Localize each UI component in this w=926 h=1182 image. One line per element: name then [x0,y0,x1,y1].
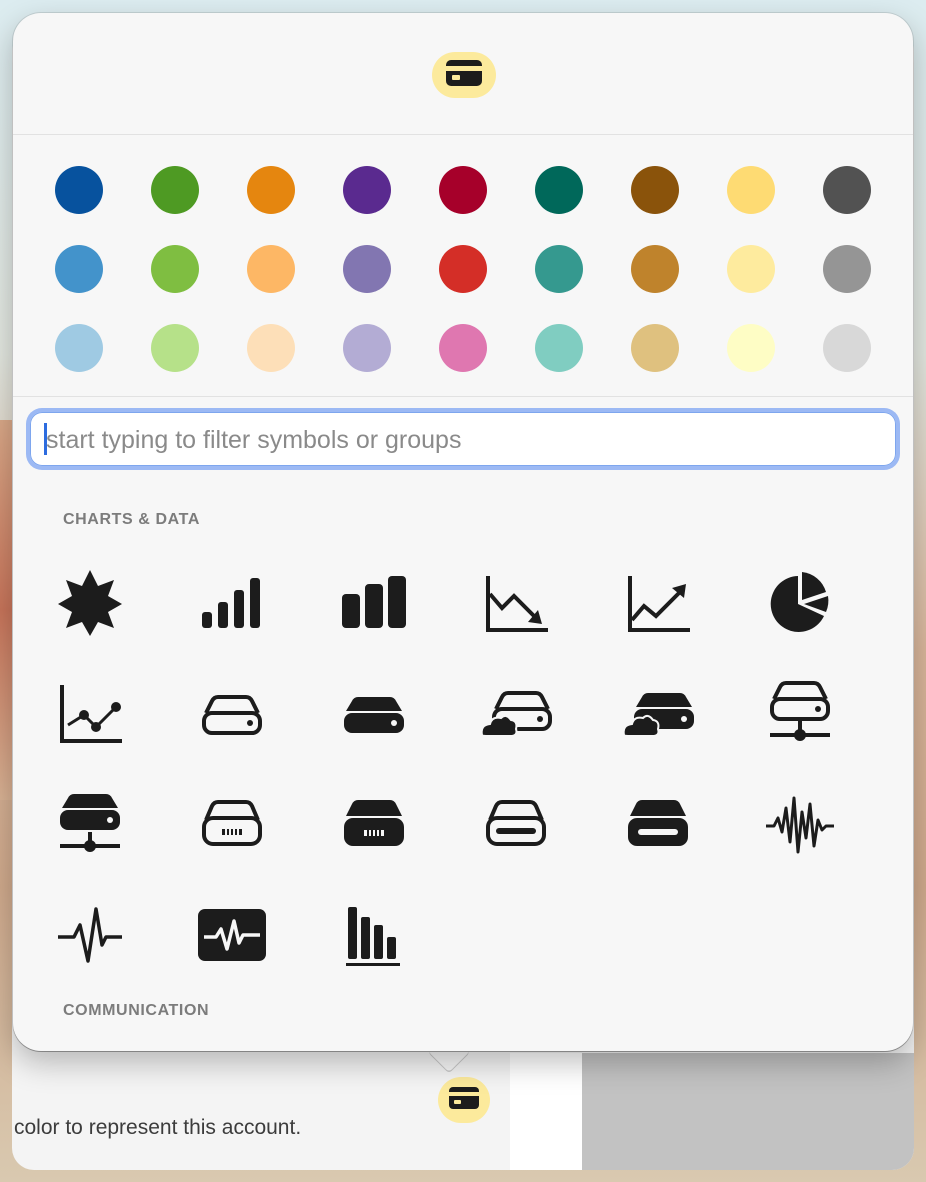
window-panel [510,1053,582,1170]
section-title-communication: COMMUNICATION [63,1002,210,1019]
chart-bar-xaxis-icon[interactable] [334,895,414,975]
color-swatch[interactable] [151,245,199,293]
symbol-picker-popover: CHARTS & DATA COMMUNICATION [13,13,913,1051]
cellularbars-icon[interactable] [192,562,272,642]
waveform-path-ecg-rectangle-fill-icon[interactable] [192,895,272,975]
divider [13,396,913,397]
externaldrive-fill-badge-icloud-icon[interactable] [618,673,698,753]
chart-line-uptrend-icon[interactable] [618,562,698,642]
color-swatch[interactable] [343,324,391,372]
color-swatch[interactable] [535,166,583,214]
color-swatch[interactable] [55,245,103,293]
color-swatch[interactable] [343,245,391,293]
color-swatch[interactable] [631,166,679,214]
symbol-search-field[interactable] [30,412,896,468]
window-panel-gray [582,1053,914,1170]
color-swatch[interactable] [55,324,103,372]
color-swatch[interactable] [343,166,391,214]
color-swatch[interactable] [439,324,487,372]
color-swatch[interactable] [247,324,295,372]
opticaldiscdrive-fill-icon[interactable] [334,784,414,864]
color-swatch[interactable] [55,166,103,214]
creditcard-icon [448,1086,480,1115]
color-swatch[interactable] [439,245,487,293]
chart-line-downtrend-icon[interactable] [476,562,556,642]
waveform-path-ecg-icon[interactable] [50,895,130,975]
color-swatch[interactable] [151,166,199,214]
color-swatch[interactable] [631,324,679,372]
color-swatch[interactable] [151,324,199,372]
externaldrive-icon[interactable] [476,784,556,864]
color-swatch-grid [55,166,873,372]
color-swatch[interactable] [727,245,775,293]
creditcard-icon [445,59,483,92]
seal-icon[interactable] [50,562,130,642]
color-swatch[interactable] [247,166,295,214]
account-description: color to represent this account. [14,1116,302,1139]
internaldrive-icon[interactable] [192,673,272,753]
color-swatch[interactable] [727,324,775,372]
color-swatch[interactable] [535,245,583,293]
externaldrive-fill-icon[interactable] [618,784,698,864]
waveform-path-icon[interactable] [760,784,840,864]
externaldrive-badge-icloud-icon[interactable] [476,673,556,753]
selected-symbol-preview[interactable] [432,52,496,98]
server-rack-network-fill-icon[interactable] [50,784,130,864]
color-swatch[interactable] [631,245,679,293]
chart-xyaxis-line-icon[interactable] [50,673,130,753]
color-swatch[interactable] [247,245,295,293]
color-swatch[interactable] [727,166,775,214]
account-icon-button[interactable] [438,1077,490,1123]
divider [13,134,913,135]
chart-pie-fill-icon[interactable] [760,562,840,642]
color-swatch[interactable] [439,166,487,214]
picker-header [13,13,913,134]
opticaldiscdrive-icon[interactable] [192,784,272,864]
color-swatch[interactable] [535,324,583,372]
internaldrive-fill-icon[interactable] [334,673,414,753]
color-swatch[interactable] [823,245,871,293]
server-rack-network-icon[interactable] [760,673,840,753]
color-swatch[interactable] [823,166,871,214]
symbol-search-input[interactable] [44,412,884,468]
chart-bar-fill-icon[interactable] [334,562,414,642]
section-title-charts-data: CHARTS & DATA [63,511,200,528]
color-swatch[interactable] [823,324,871,372]
